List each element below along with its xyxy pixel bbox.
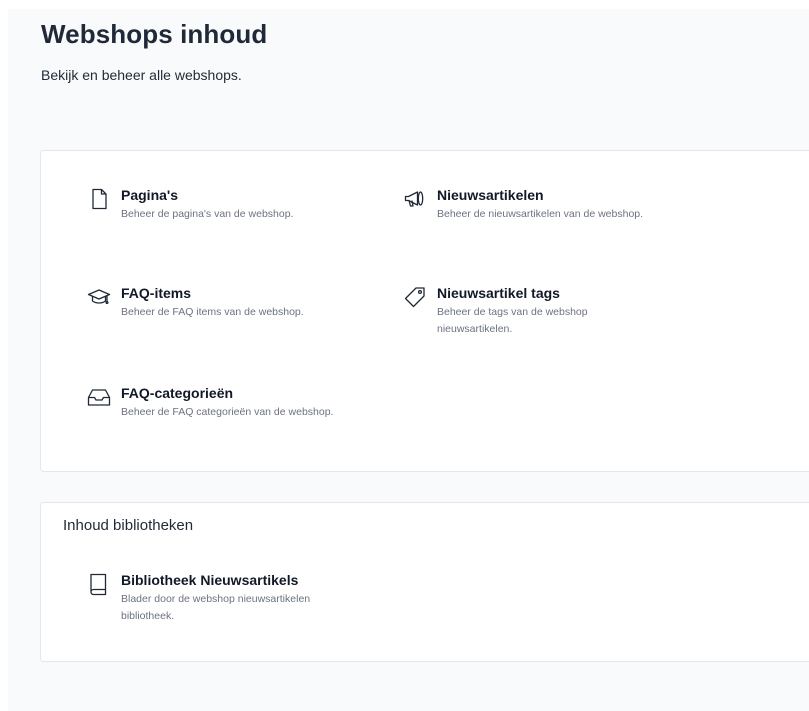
item-description: Blader door de webshop nieuwsartikelen b… xyxy=(121,593,311,622)
tag-icon xyxy=(403,285,427,309)
item-label: FAQ-categorieën xyxy=(121,385,234,401)
item-description: Beheer de FAQ categorieën van de webshop… xyxy=(121,406,334,418)
document-icon xyxy=(87,187,111,211)
item-label: Nieuwsartikelen xyxy=(437,187,544,203)
page-title: Webshops inhoud xyxy=(41,19,268,49)
item-label: Pagina's xyxy=(121,187,179,203)
item-description: Beheer de FAQ items van de webshop. xyxy=(121,306,304,318)
item-description: Beheer de pagina's van de webshop. xyxy=(121,208,294,220)
libraries-card: Inhoud bibliotheken Bibliotheek Nieuwsar… xyxy=(40,502,809,662)
libraries-heading: Inhoud bibliotheken xyxy=(63,517,194,534)
item-description: Beheer de tags van de webshop nieuwsarti… xyxy=(437,306,588,335)
book-icon xyxy=(87,572,111,596)
graduation-cap-icon xyxy=(87,285,111,309)
inbox-icon xyxy=(87,385,111,409)
megaphone-icon xyxy=(403,187,427,211)
item-description: Beheer de nieuwsartikelen van de webshop… xyxy=(437,208,644,220)
item-label: Nieuwsartikel tags xyxy=(437,285,560,301)
item-label: Bibliotheek Nieuwsartikels xyxy=(121,572,299,588)
page-subtitle: Bekijk en beheer alle webshops. xyxy=(41,67,242,83)
page: Webshops inhoud Bekijk en beheer alle we… xyxy=(8,9,809,711)
content-card: Pagina's Beheer de pagina's van de websh… xyxy=(40,150,809,472)
item-label: FAQ-items xyxy=(121,285,192,301)
